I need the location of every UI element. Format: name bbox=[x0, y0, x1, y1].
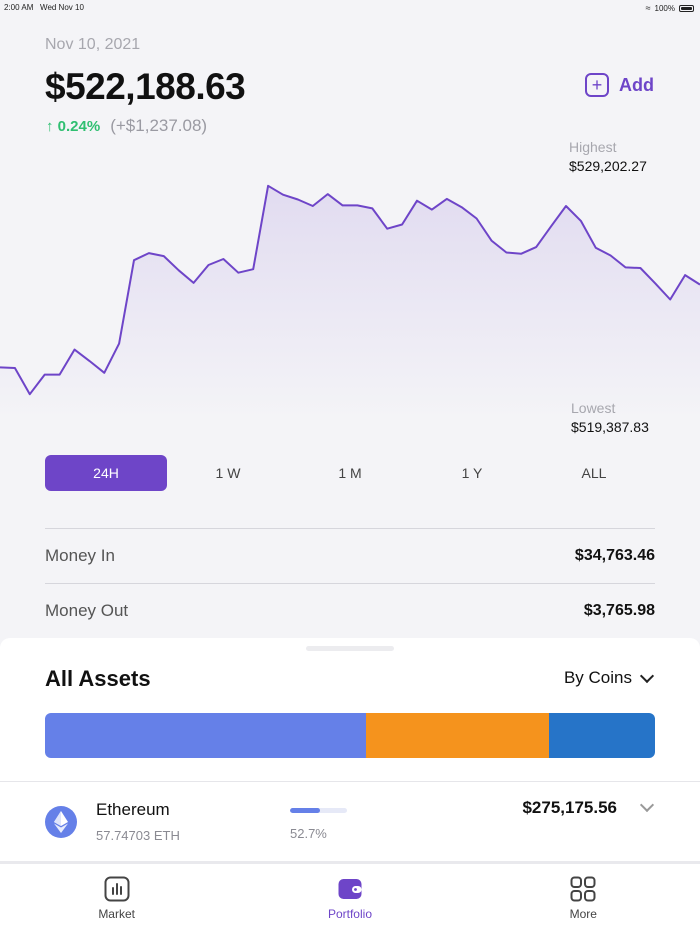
money-out-row: Money Out $3,765.98 bbox=[45, 583, 655, 638]
wallet-icon bbox=[338, 879, 362, 899]
change-amount: (+$1,237.08) bbox=[110, 116, 208, 135]
money-out-value: $3,765.98 bbox=[583, 602, 655, 619]
chart-area bbox=[0, 185, 700, 420]
add-button[interactable]: + Add bbox=[585, 73, 654, 97]
highest-label-group: Highest $529,202.27 bbox=[569, 139, 647, 174]
tab-portfolio-label: Portfolio bbox=[327, 907, 372, 921]
status-right: ≈ 100% bbox=[646, 3, 694, 13]
lowest-label: Lowest bbox=[571, 400, 616, 416]
by-coins-label: By Coins bbox=[563, 668, 632, 687]
range-1y[interactable]: 1 Y bbox=[411, 455, 533, 491]
asset-share-percent: 52.7% bbox=[290, 826, 327, 841]
asset-share-fill bbox=[290, 808, 321, 813]
tab-more[interactable]: More bbox=[467, 864, 700, 934]
change-percent: ↑ 0.24% bbox=[46, 117, 101, 135]
money-in-value: $34,763.46 bbox=[574, 547, 655, 564]
price-chart[interactable] bbox=[0, 170, 700, 420]
money-out-label: Money Out bbox=[45, 601, 129, 620]
assets-title: All Assets bbox=[45, 666, 151, 691]
expand-chevron-icon[interactable] bbox=[639, 797, 655, 813]
tab-more-label: More bbox=[569, 907, 597, 921]
time-range-selector: 24H 1 W 1 M 1 Y ALL bbox=[45, 455, 655, 491]
money-in-label: Money In bbox=[45, 546, 115, 565]
battery-icon bbox=[679, 4, 694, 12]
sheet-drag-handle[interactable] bbox=[306, 646, 394, 651]
range-1w[interactable]: 1 W bbox=[167, 455, 289, 491]
money-in-row: Money In $34,763.46 bbox=[45, 528, 655, 583]
allocation-segment-2 bbox=[366, 713, 550, 758]
range-1m[interactable]: 1 M bbox=[289, 455, 411, 491]
allocation-bar bbox=[45, 713, 655, 758]
lowest-value: $519,387.83 bbox=[571, 419, 649, 435]
battery-percent: 100% bbox=[654, 3, 675, 13]
tab-bar: Market Portfolio More bbox=[0, 864, 700, 934]
ethereum-icon bbox=[45, 806, 77, 838]
bar-chart-icon bbox=[104, 876, 130, 902]
highest-label: Highest bbox=[569, 139, 617, 155]
status-time-date: 2:00 AM Wed Nov 10 bbox=[4, 3, 84, 12]
tab-market[interactable]: Market bbox=[0, 864, 233, 934]
allocation-segment-3 bbox=[549, 713, 655, 758]
assets-sheet: All Assets By Coins Ethereum 57.74703 ET… bbox=[0, 638, 700, 864]
asset-value: $275,175.56 bbox=[522, 798, 617, 817]
portfolio-date: Nov 10, 2021 bbox=[45, 36, 141, 53]
add-button-label: Add bbox=[619, 74, 654, 95]
allocation-segment-1 bbox=[45, 713, 367, 758]
by-coins-dropdown[interactable]: By Coins bbox=[563, 668, 655, 688]
asset-share-bar bbox=[290, 808, 347, 813]
arrow-up-icon: ↑ bbox=[46, 117, 54, 135]
balance-change: ↑ 0.24% (+$1,237.08) bbox=[46, 116, 207, 136]
portfolio-balance: $522,188.63 bbox=[45, 66, 246, 107]
range-all[interactable]: ALL bbox=[533, 455, 655, 491]
range-24h[interactable]: 24H bbox=[45, 455, 167, 491]
grid-icon bbox=[570, 876, 596, 902]
chevron-down-icon bbox=[639, 668, 655, 683]
tab-portfolio[interactable]: Portfolio bbox=[233, 864, 466, 934]
asset-row-ethereum[interactable]: Ethereum 57.74703 ETH 52.7% $275,175.56 bbox=[0, 782, 700, 860]
lowest-label-group: Lowest $519,387.83 bbox=[571, 400, 649, 435]
wifi-icon: ≈ bbox=[645, 3, 651, 13]
plus-icon: + bbox=[585, 73, 609, 97]
asset-name: Ethereum bbox=[96, 800, 170, 819]
status-bar: 2:00 AM Wed Nov 10 ≈ 100% bbox=[0, 0, 700, 14]
asset-amount: 57.74703 ETH bbox=[96, 828, 180, 843]
tab-market-label: Market bbox=[98, 907, 135, 921]
